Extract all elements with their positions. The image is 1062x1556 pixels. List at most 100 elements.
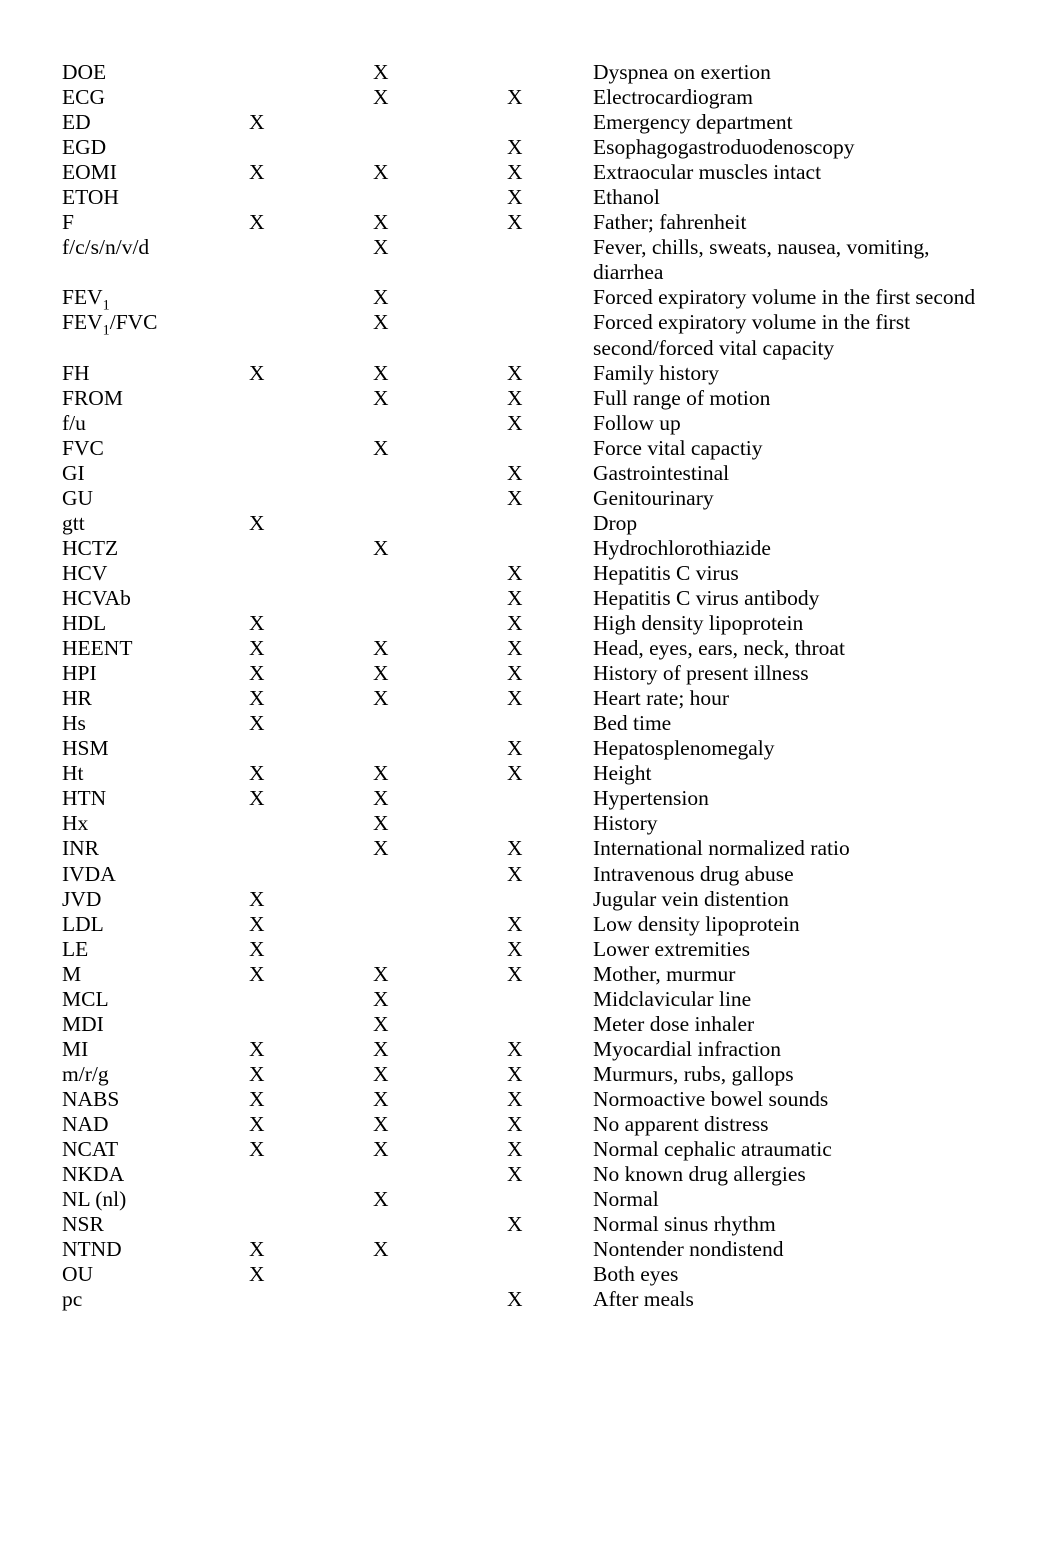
abbreviation-text: f/c/s/n/v/d xyxy=(62,235,150,260)
mark-cell-column-1 xyxy=(249,862,373,887)
table-row: IVDA X Intravenous drug abuse xyxy=(62,862,1002,887)
table-row: NTND X X Nontender nondistend xyxy=(62,1237,1002,1262)
table-row: NCAT X X X Normal cephalic atraumatic xyxy=(62,1137,1002,1162)
mark-cell-column-1 xyxy=(249,60,373,85)
abbreviation-text: NKDA xyxy=(62,1162,125,1187)
definition-cell: After meals xyxy=(593,1287,694,1312)
definition-cell: Gastrointestinal xyxy=(593,460,730,485)
definition-cell: Forced expiratory volume in the first se… xyxy=(593,285,976,310)
abbreviation-text: HSM xyxy=(62,736,109,761)
mark-cell-column-2 xyxy=(373,912,507,937)
definition-cell: Electrocardiogram xyxy=(593,85,753,110)
mark-cell-column-1: X xyxy=(249,1111,265,1136)
mark-cell-column-1: X xyxy=(249,886,265,911)
table-row: MDI X Meter dose inhaler xyxy=(62,1012,1002,1037)
mark-cell-column-1: X xyxy=(249,210,265,235)
table-row: GU X Genitourinary xyxy=(62,486,1002,511)
mark-cell-column-2: X xyxy=(373,661,389,686)
mark-cell-column-1: X xyxy=(249,1086,265,1111)
abbreviation-cell: NTND xyxy=(62,1237,249,1262)
mark-cell-column-3: X xyxy=(507,1086,523,1111)
abbreviation-text: ECG xyxy=(62,85,105,110)
table-row: EOMI X X X Extraocular muscles intact xyxy=(62,160,1002,185)
table-row: HCV X Hepatitis C virus xyxy=(62,561,1002,586)
abbreviation-text: HCV xyxy=(62,560,108,585)
mark-cell-column-2: X xyxy=(373,435,389,460)
definition-cell: No apparent distress xyxy=(593,1111,769,1136)
mark-cell-column-1: X xyxy=(249,1036,265,1061)
mark-cell-column-1: X xyxy=(249,686,265,711)
mark-cell-column-1: X xyxy=(249,1061,265,1086)
mark-cell-column-3: X xyxy=(507,85,523,110)
mark-cell-column-3: X xyxy=(507,911,523,936)
mark-cell-column-1: X xyxy=(249,360,265,385)
mark-cell-column-3 xyxy=(507,711,593,736)
mark-cell-column-2 xyxy=(373,110,507,135)
table-row: F X X X Father; fahrenheit xyxy=(62,210,1002,235)
table-row: HCVAb X Hepatitis C virus antibody xyxy=(62,586,1002,611)
table-row: ETOH X Ethanol xyxy=(62,185,1002,210)
mark-cell-column-1: X xyxy=(249,110,265,135)
abbreviation-text: MCL xyxy=(62,986,109,1011)
abbreviation-text: LDL xyxy=(62,911,104,936)
abbreviation-text: NAD xyxy=(62,1111,109,1136)
definition-cell: Hepatitis C virus antibody xyxy=(593,585,820,610)
mark-cell-column-3: X xyxy=(507,961,523,986)
mark-cell-column-1 xyxy=(249,386,373,411)
mark-cell-column-3: X xyxy=(507,210,523,235)
abbreviation-cell: HR xyxy=(62,686,249,711)
definition-cell: Normal cephalic atraumatic xyxy=(593,1137,832,1162)
mark-cell-column-1 xyxy=(249,836,373,861)
abbreviation-cell: HCV xyxy=(62,561,249,586)
definition-cell: High density lipoprotein xyxy=(593,611,804,636)
abbreviation-text: HR xyxy=(62,686,92,711)
mark-cell-column-2: X xyxy=(373,60,389,84)
mark-cell-column-2 xyxy=(373,586,507,611)
mark-cell-column-2: X xyxy=(373,636,389,661)
mark-cell-column-1: X xyxy=(249,1237,265,1262)
abbreviation-text: HTN xyxy=(62,786,107,811)
abbreviation-cell: NAD xyxy=(62,1112,249,1137)
table-row: FH X X X Family history xyxy=(62,361,1002,386)
mark-cell-column-3: X xyxy=(507,636,523,661)
mark-cell-column-2: X xyxy=(373,1237,389,1262)
definition-cell: Emergency department xyxy=(593,110,793,135)
mark-cell-column-1 xyxy=(249,310,373,360)
table-row: ED X Emergency department xyxy=(62,110,1002,135)
mark-cell-column-3: X xyxy=(507,1061,523,1086)
mark-cell-column-3 xyxy=(507,60,593,85)
abbreviation-cell: FEV1 xyxy=(62,285,249,312)
definition-cell: Nontender nondistend xyxy=(593,1237,784,1262)
abbreviations-table: DOE X Dyspnea on exertion ECG X X Electrocardi… xyxy=(62,60,1002,1312)
table-row: GI X Gastrointestinal xyxy=(62,461,1002,486)
table-row: pc X After meals xyxy=(62,1287,1002,1312)
mark-cell-column-1 xyxy=(249,561,373,586)
mark-cell-column-1: X xyxy=(249,1137,265,1162)
mark-cell-column-3 xyxy=(507,536,593,561)
mark-cell-column-2: X xyxy=(373,285,389,310)
mark-cell-column-3 xyxy=(507,511,593,536)
abbreviation-text: NL (nl) xyxy=(62,1187,127,1212)
abbreviation-text: NSR xyxy=(62,1212,104,1237)
abbreviation-cell: FEV1/FVC xyxy=(62,310,249,360)
mark-cell-column-3: X xyxy=(507,736,523,761)
mark-cell-column-2 xyxy=(373,1162,507,1187)
mark-cell-column-3: X xyxy=(507,385,523,410)
mark-cell-column-2: X xyxy=(373,310,389,335)
abbreviation-text: MI xyxy=(62,1036,89,1061)
abbreviation-cell: GU xyxy=(62,486,249,511)
mark-cell-column-3: X xyxy=(507,936,523,961)
mark-cell-column-2: X xyxy=(373,986,389,1011)
table-row: NABS X X X Normoactive bowel sounds xyxy=(62,1087,1002,1112)
abbreviation-text: FROM xyxy=(62,385,123,410)
definition-cell: Hepatitis C virus xyxy=(593,560,739,585)
mark-cell-column-3: X xyxy=(507,861,523,886)
mark-cell-column-2: X xyxy=(373,85,389,110)
table-row: HCTZ X Hydrochlorothiazide xyxy=(62,536,1002,561)
mark-cell-column-1 xyxy=(249,736,373,761)
definition-cell: Hydrochlorothiazide xyxy=(593,535,771,560)
mark-cell-column-2: X xyxy=(373,961,389,986)
abbreviation-text: DOE xyxy=(62,60,107,84)
definition-cell: Ethanol xyxy=(593,185,660,210)
definition-cell: Extraocular muscles intact xyxy=(593,160,822,185)
